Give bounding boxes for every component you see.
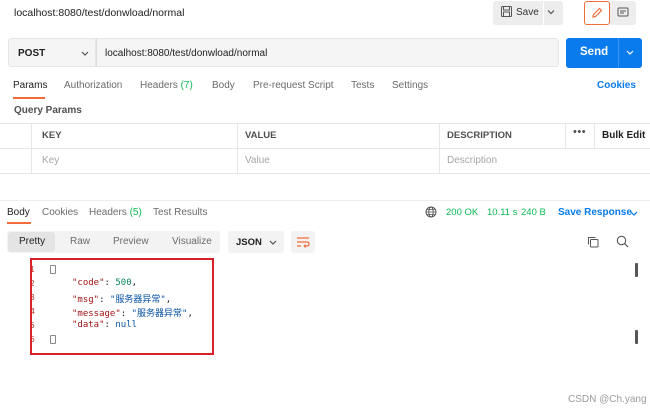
wrap-lines-button[interactable] xyxy=(291,231,315,253)
tab-headers[interactable]: Headers (7) xyxy=(140,80,193,91)
request-title: localhost:8080/test/donwload/normal xyxy=(14,7,185,19)
tab-tests[interactable]: Tests xyxy=(351,80,374,91)
pencil-icon xyxy=(591,7,603,22)
query-params-heading: Query Params xyxy=(14,105,82,116)
table-border xyxy=(0,148,650,149)
scrollbar-thumb[interactable] xyxy=(635,330,638,344)
format-raw[interactable]: Raw xyxy=(70,236,90,247)
method-label: POST xyxy=(18,48,46,59)
chevron-down-icon[interactable] xyxy=(625,49,635,60)
active-tab-indicator xyxy=(13,97,45,99)
search-icon[interactable] xyxy=(616,235,629,251)
url-input[interactable]: localhost:8080/test/donwload/normal xyxy=(96,38,559,67)
wrap-icon xyxy=(296,236,310,251)
tab-params[interactable]: Params xyxy=(13,80,47,91)
send-label: Send xyxy=(580,46,609,58)
column-header-description: DESCRIPTION xyxy=(447,130,512,141)
table-border xyxy=(0,173,650,174)
edit-mode-button[interactable] xyxy=(584,1,610,25)
key-input[interactable]: Key xyxy=(42,155,59,166)
tab-settings[interactable]: Settings xyxy=(392,80,428,91)
tab-headers-label: Headers xyxy=(140,80,178,91)
response-headers-count: (5) xyxy=(129,207,142,218)
response-tab-cookies[interactable]: Cookies xyxy=(42,207,78,218)
active-tab-indicator xyxy=(7,222,31,224)
send-button[interactable]: Send xyxy=(566,38,642,68)
response-tab-test-results[interactable]: Test Results xyxy=(153,207,207,218)
response-tab-headers[interactable]: Headers (5) xyxy=(89,207,142,218)
chevron-down-icon xyxy=(268,239,278,250)
format-pretty[interactable]: Pretty xyxy=(19,236,45,247)
more-options-icon[interactable]: ••• xyxy=(573,126,586,138)
chevron-down-icon[interactable] xyxy=(629,210,639,221)
response-headers-label: Headers xyxy=(89,207,127,218)
watermark: CSDN @Ch.yang xyxy=(568,394,647,405)
tab-body[interactable]: Body xyxy=(212,80,235,91)
format-visualize[interactable]: Visualize xyxy=(172,236,212,247)
scrollbar-thumb[interactable] xyxy=(635,263,638,277)
save-response-button[interactable]: Save Response xyxy=(558,207,632,218)
description-input[interactable]: Description xyxy=(447,155,497,166)
column-header-key: KEY xyxy=(42,130,62,141)
language-label: JSON xyxy=(236,237,262,248)
comment-icon xyxy=(617,7,629,22)
response-time[interactable]: 10.11 s xyxy=(487,207,517,218)
value-input[interactable]: Value xyxy=(245,155,270,166)
chevron-down-icon xyxy=(80,50,90,61)
tab-pre-request-script[interactable]: Pre-request Script xyxy=(253,80,334,91)
save-label: Save xyxy=(516,7,539,18)
tab-authorization[interactable]: Authorization xyxy=(64,80,122,91)
response-size[interactable]: 240 B xyxy=(521,207,546,218)
save-button[interactable]: Save xyxy=(493,1,563,25)
cookies-link[interactable]: Cookies xyxy=(597,80,636,91)
url-text: localhost:8080/test/donwload/normal xyxy=(105,48,268,59)
highlight-annotation xyxy=(30,258,214,355)
status-code[interactable]: 200 OK xyxy=(446,207,478,218)
method-select[interactable]: POST xyxy=(8,38,96,67)
language-select[interactable]: JSON xyxy=(228,231,284,253)
documentation-button[interactable] xyxy=(610,1,636,25)
format-preview[interactable]: Preview xyxy=(113,236,149,247)
globe-icon[interactable] xyxy=(425,206,437,221)
bulk-edit-link[interactable]: Bulk Edit xyxy=(602,130,645,141)
chevron-down-icon[interactable] xyxy=(546,7,556,20)
save-icon xyxy=(501,6,512,20)
headers-count: (7) xyxy=(180,80,193,91)
response-tab-body[interactable]: Body xyxy=(7,207,30,218)
copy-icon[interactable] xyxy=(587,236,599,251)
table-border xyxy=(0,123,650,124)
column-header-value: VALUE xyxy=(245,130,277,141)
